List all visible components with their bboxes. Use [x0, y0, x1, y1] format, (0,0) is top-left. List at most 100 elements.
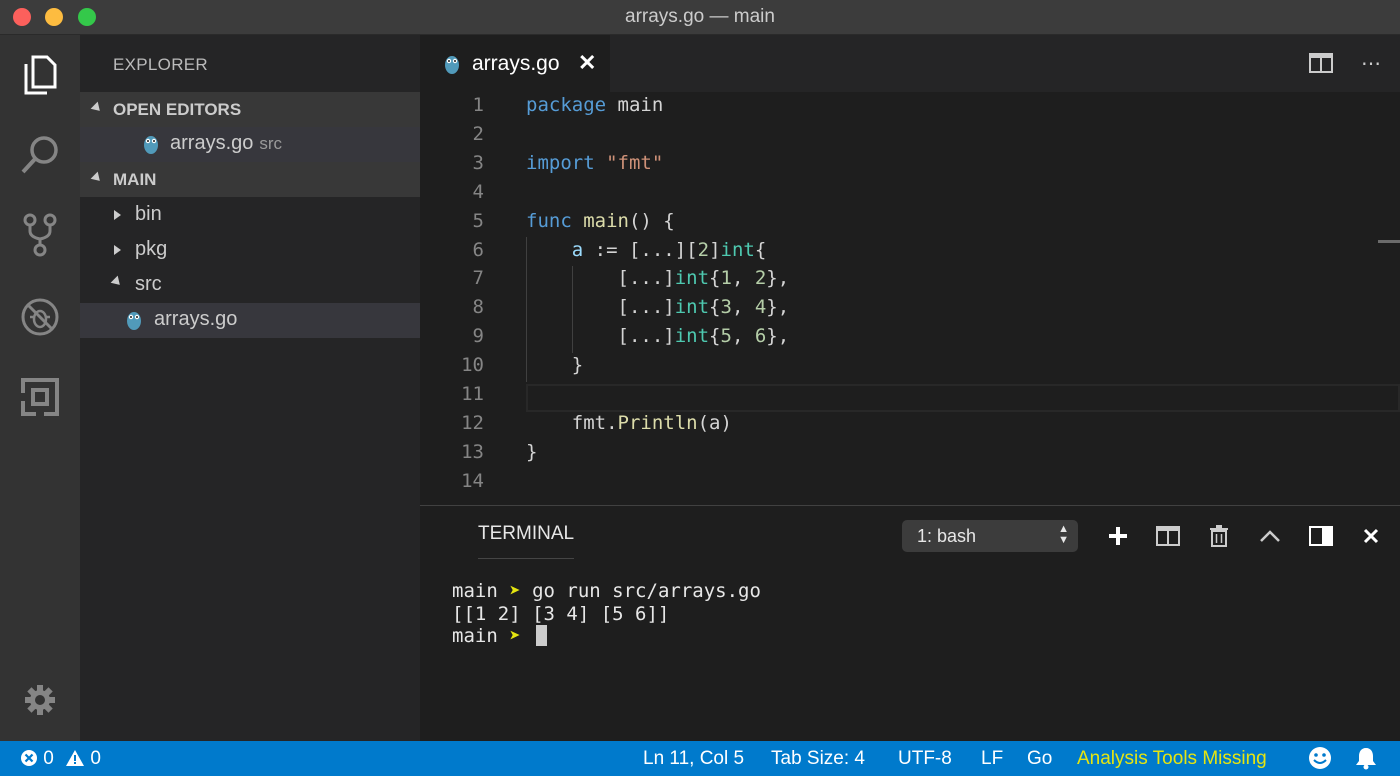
- file-label: arrays.go: [154, 308, 238, 330]
- feedback-smiley-icon[interactable]: [1308, 746, 1332, 776]
- code-token: },: [766, 267, 790, 290]
- code-token: {: [709, 296, 721, 319]
- language-mode[interactable]: Go: [1027, 748, 1052, 770]
- open-editors-section-header[interactable]: OPEN EDITORS: [80, 92, 420, 127]
- line-number: 11: [461, 383, 484, 405]
- code-token: {: [709, 267, 721, 290]
- terminal-cursor: [536, 625, 548, 646]
- chevron-down-icon: [90, 171, 104, 185]
- code-token: 1: [720, 267, 732, 290]
- close-panel-icon[interactable]: [1356, 522, 1386, 550]
- gear-icon[interactable]: [0, 660, 80, 740]
- notification-bell-icon[interactable]: [1354, 746, 1378, 776]
- code-token: },: [766, 325, 790, 348]
- terminal-select[interactable]: 1: bash ▲ ▼: [902, 520, 1078, 552]
- code-line: 10 }: [420, 352, 1400, 381]
- split-terminal-icon[interactable]: [1153, 522, 1183, 550]
- folder-item-bin[interactable]: bin: [80, 198, 420, 233]
- new-terminal-icon[interactable]: [1103, 522, 1133, 550]
- code-line: 5 func main() {: [420, 208, 1400, 237]
- more-actions-icon[interactable]: ⋯: [1356, 50, 1386, 76]
- code-text: [...]int{5, 6},: [526, 325, 790, 348]
- error-icon: [21, 750, 37, 766]
- code-line: 6 a := [...][2]int{: [420, 237, 1400, 266]
- code-token: 5: [720, 325, 732, 348]
- chevron-right-icon: [114, 210, 121, 220]
- code-token: Println: [617, 411, 698, 434]
- chevron-up-icon[interactable]: [1255, 522, 1285, 550]
- line-number: 4: [472, 180, 484, 203]
- activity-bar: [0, 35, 80, 741]
- workspace-section-header[interactable]: MAIN: [80, 162, 420, 197]
- terminal-select-value: 1: bash: [917, 526, 977, 546]
- code-text: import "fmt": [526, 152, 663, 174]
- analysis-tools-missing[interactable]: Analysis Tools Missing: [1077, 748, 1267, 770]
- files-icon[interactable]: [0, 35, 80, 115]
- split-editor-icon[interactable]: [1306, 50, 1336, 76]
- code-line: 14: [420, 468, 1400, 497]
- code-token: fmt.: [526, 411, 618, 434]
- code-token: int: [720, 238, 755, 261]
- debug-icon[interactable]: [0, 277, 80, 357]
- code-line: 2: [420, 121, 1400, 150]
- line-number: 8: [472, 296, 484, 319]
- extensions-icon[interactable]: [0, 357, 80, 437]
- open-editor-description: src: [259, 134, 283, 153]
- tab-terminal[interactable]: TERMINAL: [478, 523, 574, 545]
- problems-indicator[interactable]: 0 0: [20, 748, 101, 770]
- encoding[interactable]: UTF-8: [898, 748, 952, 770]
- chevron-down-icon: [110, 275, 124, 289]
- folder-label: bin: [135, 203, 162, 225]
- source-control-icon[interactable]: [0, 195, 80, 275]
- terminal-line[interactable]: main ➤: [452, 625, 548, 647]
- trash-icon[interactable]: [1204, 522, 1234, 550]
- line-number: 6: [472, 238, 484, 261]
- line-number: 13: [461, 440, 484, 463]
- editor-tab[interactable]: arrays.go ✕: [420, 35, 610, 92]
- code-text: }: [526, 441, 537, 463]
- open-editor-item[interactable]: arrays.go src: [80, 127, 420, 162]
- end-of-line[interactable]: LF: [981, 748, 1003, 770]
- code-token: a: [571, 238, 584, 261]
- code-editor[interactable]: 1 package main 2 3 import "fmt" 4 5 func main()…: [420, 92, 1400, 505]
- code-text: fmt.Println(a): [526, 412, 732, 434]
- code-token: 2: [697, 238, 710, 261]
- code-token: ]: [709, 238, 721, 261]
- code-token: 2: [754, 267, 767, 290]
- workspace-label: MAIN: [113, 170, 157, 189]
- cursor-position[interactable]: Ln 11, Col 5: [643, 748, 744, 770]
- bottom-panel: TERMINAL 1: bash ▲ ▼ main ➤ go run src/ar…: [420, 505, 1400, 741]
- line-number: 14: [461, 469, 484, 492]
- code-text: package main: [526, 94, 663, 116]
- line-number: 2: [472, 122, 484, 145]
- code-token: () {: [628, 209, 675, 232]
- code-token: ,: [731, 296, 755, 319]
- terminal-command: go run src/arrays.go: [520, 580, 761, 602]
- prompt-arrow-icon: ➤: [509, 580, 521, 602]
- folder-item-src[interactable]: src: [80, 268, 420, 303]
- search-icon[interactable]: [0, 115, 80, 195]
- tab-size[interactable]: Tab Size: 4: [771, 748, 865, 770]
- code-line: 4: [420, 179, 1400, 208]
- code-token: 6: [754, 325, 767, 348]
- explorer-sidebar: EXPLORER OPEN EDITORS arrays.go src MAIN …: [80, 35, 420, 741]
- code-line: 1 package main: [420, 92, 1400, 121]
- error-count: 0: [43, 748, 54, 769]
- warning-count: 0: [90, 748, 101, 769]
- folder-item-pkg[interactable]: pkg: [80, 233, 420, 268]
- go-file-icon: [445, 56, 459, 74]
- close-icon[interactable]: ✕: [578, 50, 596, 76]
- file-item-arrays-go[interactable]: arrays.go: [80, 303, 420, 338]
- line-number: 10: [461, 354, 484, 377]
- code-line: 11: [420, 381, 1400, 410]
- title-bar: arrays.go — main: [0, 0, 1400, 35]
- code-token: ,: [731, 325, 755, 348]
- code-token: func: [526, 209, 572, 232]
- terminal-prompt: main: [452, 580, 498, 602]
- code-token: {: [709, 325, 721, 348]
- toggle-panel-position-icon[interactable]: [1306, 522, 1336, 550]
- explorer-title: EXPLORER: [113, 55, 208, 74]
- code-line: 12 fmt.Println(a): [420, 410, 1400, 439]
